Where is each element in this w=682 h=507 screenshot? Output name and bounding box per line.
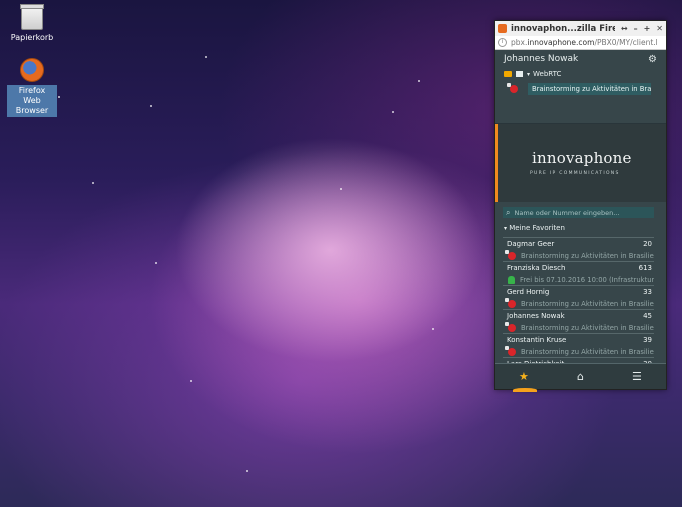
favorites-header[interactable]: ▾ Meine Favoriten bbox=[504, 224, 565, 232]
minimize-button[interactable]: – bbox=[634, 24, 638, 33]
busy-status-icon bbox=[505, 322, 516, 332]
accent-bar bbox=[495, 124, 498, 202]
search-icon: ⌕ bbox=[506, 207, 511, 217]
contact-number: 20 bbox=[643, 240, 652, 248]
contact-number: 39 bbox=[643, 336, 652, 344]
contact-note: Brainstorming zu Aktivitäten in Brasilie… bbox=[521, 300, 654, 308]
search-field[interactable]: ⌕ Name oder Nummer eingeben... bbox=[503, 207, 654, 218]
desktop-icon-firefox[interactable]: Firefox Web Browser bbox=[2, 58, 62, 117]
list-item[interactable]: Dagmar Geer 20 Brainstorming zu Aktivität… bbox=[503, 237, 654, 261]
firefox-favicon-icon bbox=[498, 24, 507, 33]
camera-icon[interactable] bbox=[504, 71, 512, 77]
screen-share-icon[interactable] bbox=[516, 71, 523, 77]
busy-status-icon[interactable] bbox=[507, 83, 518, 93]
url-bar[interactable]: i pbx. innovaphone.com/PBX0/MY/client.l bbox=[495, 36, 666, 50]
contact-note: Brainstorming zu Aktivitäten in Brasilie… bbox=[521, 252, 654, 260]
contact-number: 613 bbox=[638, 264, 652, 272]
busy-status-icon bbox=[505, 346, 516, 356]
contact-number: 33 bbox=[643, 288, 652, 296]
contact-name: Johannes Nowak bbox=[507, 312, 565, 320]
contact-name: Gerd Hornig bbox=[507, 288, 550, 296]
maximize-button[interactable]: + bbox=[644, 24, 651, 33]
home-icon[interactable]: ⌂ bbox=[577, 370, 584, 383]
contact-note: Frei bis 07.10.2016 10:00 (Infrastruktur… bbox=[520, 276, 654, 284]
contact-name: Konstantin Kruse bbox=[507, 336, 567, 344]
list-item[interactable]: Gerd Hornig 33 Brainstorming zu Aktivität… bbox=[503, 285, 654, 309]
bottom-nav: ★ ⌂ ☰ bbox=[495, 363, 666, 392]
list-item[interactable]: Konstantin Kruse 39 Brainstorming zu Akti… bbox=[503, 333, 654, 357]
favorites-list: Dagmar Geer 20 Brainstorming zu Aktivität… bbox=[503, 237, 654, 369]
list-item[interactable]: Johannes Nowak 45 Brainstorming zu Aktivi… bbox=[503, 309, 654, 333]
desktop-icon-trash[interactable]: Papierkorb bbox=[2, 4, 62, 43]
favorites-star-icon[interactable]: ★ bbox=[513, 370, 537, 392]
firefox-icon bbox=[20, 58, 44, 82]
contact-number: 45 bbox=[643, 312, 652, 320]
user-name: Johannes Nowak bbox=[504, 54, 579, 64]
contact-name: Dagmar Geer bbox=[507, 240, 555, 248]
desktop-icon-label: Firefox Web Browser bbox=[7, 85, 57, 117]
busy-status-icon bbox=[505, 298, 516, 308]
resize-icon[interactable]: ↔ bbox=[621, 24, 628, 33]
window-title: innovaphon...zilla Firefox bbox=[511, 23, 615, 34]
search-placeholder: Name oder Nummer eingeben... bbox=[514, 208, 620, 217]
url-path: /PBX0/MY/client.l bbox=[594, 38, 658, 47]
myapps-client: Johannes Nowak ⚙ ▾ WebRTC Brainstorming … bbox=[495, 50, 666, 392]
window-titlebar[interactable]: innovaphon...zilla Firefox ↔ – + ✕ bbox=[495, 21, 666, 36]
chevron-down-icon[interactable]: ▾ bbox=[527, 71, 530, 78]
contact-note: Brainstorming zu Aktivitäten in Brasilie… bbox=[521, 324, 654, 332]
url-domain: innovaphone.com bbox=[527, 38, 595, 47]
desktop-icon-label: Papierkorb bbox=[10, 33, 54, 42]
presence-row: Brainstorming zu Aktivitäten in Bras bbox=[495, 79, 666, 96]
contact-name: Franziska Diesch bbox=[507, 264, 566, 272]
url-prefix: pbx. bbox=[511, 38, 528, 47]
device-row: ▾ WebRTC bbox=[495, 66, 666, 79]
firefox-window: innovaphon...zilla Firefox ↔ – + ✕ i pbx… bbox=[494, 20, 667, 392]
presence-note[interactable]: Brainstorming zu Aktivitäten in Bras bbox=[528, 83, 651, 95]
menu-icon[interactable]: ☰ bbox=[632, 370, 642, 383]
site-info-icon[interactable]: i bbox=[498, 38, 507, 47]
close-button[interactable]: ✕ bbox=[656, 24, 663, 33]
webrtc-label[interactable]: WebRTC bbox=[533, 70, 561, 78]
brand-logo: innovaphone bbox=[532, 149, 632, 167]
brand-banner: innovaphone PURE IP COMMUNICATIONS bbox=[495, 123, 666, 202]
list-item[interactable]: Franziska Diesch 613 Frei bis 07.10.2016 … bbox=[503, 261, 654, 285]
brand-tagline: PURE IP COMMUNICATIONS bbox=[530, 171, 620, 176]
busy-status-icon bbox=[505, 250, 516, 260]
chevron-down-icon: ▾ bbox=[504, 225, 508, 232]
available-status-icon bbox=[508, 276, 515, 284]
gear-icon[interactable]: ⚙ bbox=[648, 54, 657, 65]
contact-note: Brainstorming zu Aktivitäten in Brasilie… bbox=[521, 348, 654, 356]
trash-icon bbox=[20, 4, 44, 30]
